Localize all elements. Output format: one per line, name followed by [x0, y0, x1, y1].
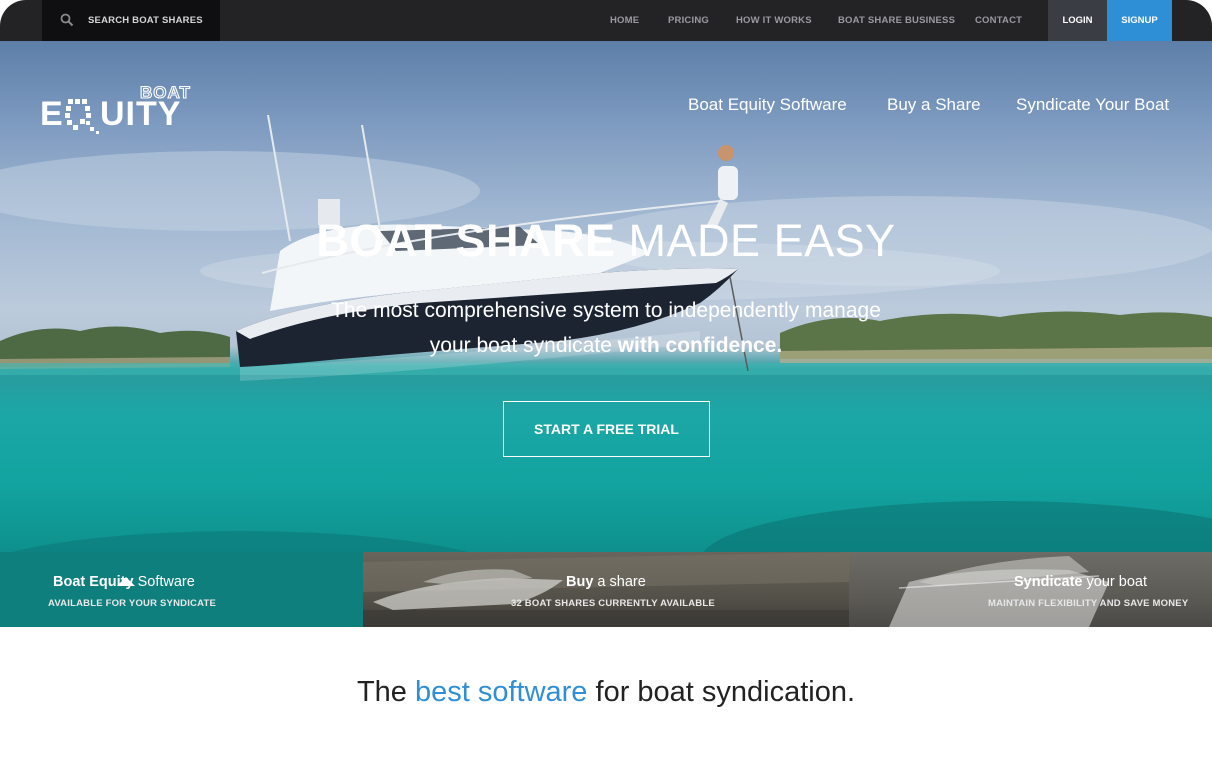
- search-icon: [60, 13, 74, 27]
- active-panel-indicator: [117, 577, 135, 586]
- nav-contact[interactable]: CONTACT: [975, 0, 1022, 41]
- hero-subtitle-line-2: your boat syndicate with confidence.: [0, 334, 1212, 358]
- panel-title-bold: Buy: [566, 574, 594, 590]
- hero-headline: BOAT SHARE MADE EASY: [0, 215, 1212, 267]
- hero-nav-syndicate-your-boat[interactable]: Syndicate Your Boat: [1016, 95, 1169, 115]
- nav-how-it-works[interactable]: HOW IT WORKS: [736, 0, 812, 41]
- page: SEARCH BOAT SHARES HOME PRICING HOW IT W…: [0, 0, 1212, 757]
- tagline-highlight: best software: [414, 676, 588, 708]
- panel-syndicate-your-boat[interactable]: Syndicate your boat MAINTAIN FLEXIBILITY…: [849, 552, 1212, 627]
- signup-button[interactable]: SIGNUP: [1107, 0, 1172, 41]
- panel-subtitle: 32 BOAT SHARES CURRENTLY AVAILABLE: [511, 598, 715, 609]
- search-boat-shares[interactable]: SEARCH BOAT SHARES: [42, 0, 220, 41]
- svg-text:UITY: UITY: [100, 95, 181, 133]
- headline-bold: BOAT SHARE: [316, 215, 616, 266]
- panel-title-rest: Software: [133, 574, 195, 590]
- subtitle-plain: your boat syndicate: [429, 334, 618, 357]
- hero-nav-buy-a-share[interactable]: Buy a Share: [887, 95, 981, 115]
- tagline-after: for boat syndication.: [587, 676, 856, 708]
- nav-boat-share-business[interactable]: BOAT SHARE BUSINESS: [838, 0, 955, 41]
- tagline-before: The: [356, 676, 415, 708]
- section-tagline: The best software for boat syndication.: [0, 676, 1212, 709]
- subtitle-bold: with confidence.: [617, 334, 783, 357]
- panel-subtitle: MAINTAIN FLEXIBILITY AND SAVE MONEY: [988, 598, 1189, 609]
- hero-nav-boat-equity-software[interactable]: Boat Equity Software: [688, 95, 847, 115]
- top-bar: SEARCH BOAT SHARES HOME PRICING HOW IT W…: [0, 0, 1212, 41]
- headline-rest: MADE EASY: [615, 215, 896, 266]
- panel-title-rest: your boat: [1082, 574, 1147, 590]
- nav-pricing[interactable]: PRICING: [668, 0, 709, 41]
- panel-subtitle: AVAILABLE FOR YOUR SYNDICATE: [48, 598, 216, 609]
- panel-title: Syndicate your boat: [1014, 574, 1147, 590]
- panel-title: Buy a share: [566, 574, 646, 590]
- hero-banner: BOAT E UITY Boat Equity Software Buy a S…: [0, 41, 1212, 627]
- start-free-trial-button[interactable]: START A FREE TRIAL: [503, 401, 710, 457]
- nav-home[interactable]: HOME: [610, 0, 639, 41]
- panel-title-rest: a share: [593, 574, 646, 590]
- svg-text:E: E: [40, 95, 64, 133]
- panel-title-bold: Syndicate: [1014, 574, 1083, 590]
- hero-subtitle-line-1: The most comprehensive system to indepen…: [331, 299, 881, 322]
- login-button[interactable]: LOGIN: [1048, 0, 1107, 41]
- boat-equity-logo[interactable]: BOAT E UITY: [40, 81, 222, 141]
- panel-boat-equity-software[interactable]: Boat Equity Software AVAILABLE FOR YOUR …: [0, 552, 363, 627]
- panel-buy-a-share[interactable]: Buy a share 32 BOAT SHARES CURRENTLY AVA…: [363, 552, 849, 627]
- search-label: SEARCH BOAT SHARES: [88, 15, 203, 26]
